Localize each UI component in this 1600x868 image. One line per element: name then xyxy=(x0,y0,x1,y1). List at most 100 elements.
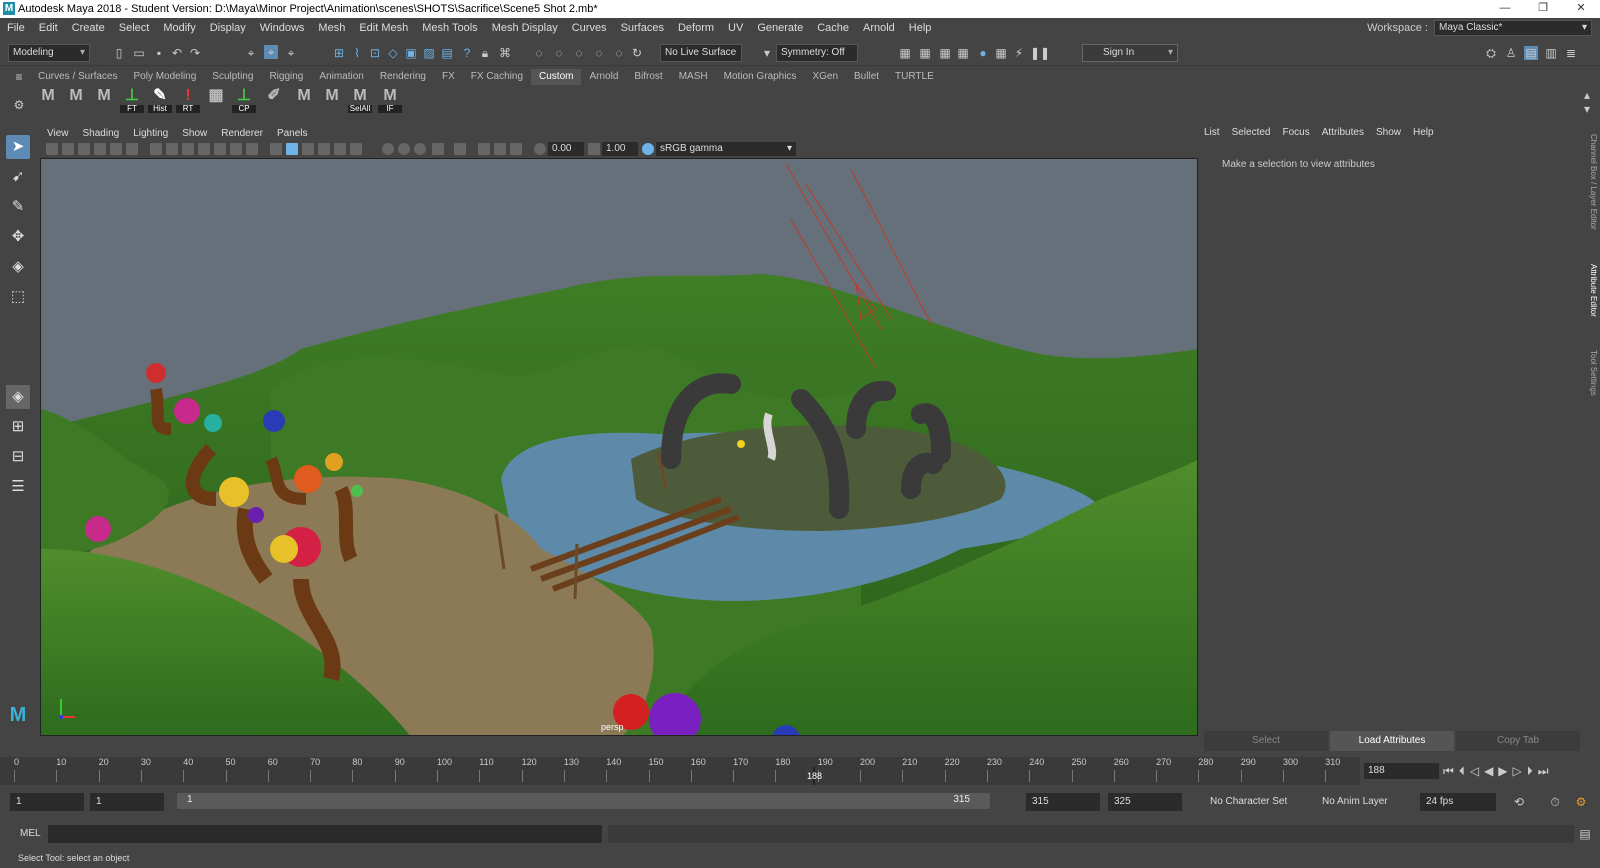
shadows-icon[interactable] xyxy=(350,143,362,155)
panel-menu-lighting[interactable]: Lighting xyxy=(126,126,175,141)
shelf-button-freeze-transforms[interactable]: ⊥ FT xyxy=(120,87,144,113)
lasso-component-icon[interactable]: ◌ xyxy=(592,46,606,60)
step-forward-frame-icon[interactable]: ▷ xyxy=(1513,763,1522,779)
two-d-pan-icon[interactable] xyxy=(110,143,122,155)
anti-aliasing-icon[interactable] xyxy=(414,143,426,155)
gamma-icon[interactable] xyxy=(588,143,600,155)
field-chart-icon[interactable] xyxy=(214,143,226,155)
single-perspective-layout-icon[interactable]: ◈ xyxy=(6,385,30,409)
current-frame-field[interactable]: 188 xyxy=(1364,763,1439,779)
camera-attributes-icon[interactable] xyxy=(62,143,74,155)
shelf-tab-fx-caching[interactable]: FX Caching xyxy=(463,69,531,85)
motion-blur-icon[interactable] xyxy=(398,143,410,155)
scene-end-field[interactable]: 325 xyxy=(1108,793,1182,811)
shelf-scroll-down-icon[interactable]: ▾ xyxy=(1580,102,1594,116)
wireframe-on-shaded-icon[interactable] xyxy=(302,143,314,155)
ae-load-attributes-button[interactable]: Load Attributes xyxy=(1330,731,1454,751)
snap-plane-icon[interactable]: ▣ xyxy=(404,46,418,60)
render-settings-icon[interactable]: ▦ xyxy=(956,46,970,60)
step-back-key-icon[interactable]: ⏴ xyxy=(1459,763,1465,779)
close-button[interactable]: ✕ xyxy=(1562,0,1600,18)
select-tool-icon[interactable]: ➤ xyxy=(6,135,30,159)
hypershade-icon[interactable]: ● xyxy=(976,46,990,60)
maya-home-icon[interactable]: M xyxy=(6,703,30,727)
xray-icon[interactable] xyxy=(478,143,490,155)
menu-modify[interactable]: Modify xyxy=(156,22,202,34)
menu-edit-mesh[interactable]: Edit Mesh xyxy=(352,22,415,34)
undo-icon[interactable]: ↶ xyxy=(170,46,184,60)
panel-menu-renderer[interactable]: Renderer xyxy=(214,126,270,141)
use-all-lights-icon[interactable] xyxy=(334,143,346,155)
ae-menu-help[interactable]: Help xyxy=(1407,126,1440,140)
tab-channel-box[interactable]: Channel Box / Layer Editor xyxy=(1589,134,1598,230)
channel-box-toggle-icon[interactable]: ≣ xyxy=(1564,46,1578,60)
shelf-tab-animation[interactable]: Animation xyxy=(311,69,371,85)
menu-display[interactable]: Display xyxy=(203,22,253,34)
snap-question-icon[interactable]: ? xyxy=(460,46,474,60)
menu-windows[interactable]: Windows xyxy=(253,22,312,34)
save-scene-icon[interactable]: ▪ xyxy=(152,46,166,60)
minimize-button[interactable]: — xyxy=(1486,0,1524,18)
menu-surfaces[interactable]: Surfaces xyxy=(614,22,671,34)
menu-file[interactable]: File xyxy=(0,22,32,34)
animation-preferences-icon[interactable]: ⚙ xyxy=(1574,795,1588,809)
menu-select[interactable]: Select xyxy=(112,22,157,34)
shelf-tab-custom[interactable]: Custom xyxy=(531,69,582,85)
shelf-tab-poly-modeling[interactable]: Poly Modeling xyxy=(125,69,204,85)
menuset-dropdown[interactable]: Modeling ▾ xyxy=(8,44,90,62)
menu-create[interactable]: Create xyxy=(65,22,112,34)
shelf-button-select-all[interactable]: M SelAll xyxy=(348,87,372,113)
scene-start-field[interactable]: 1 xyxy=(10,793,84,811)
arnold-render-icon[interactable]: ⚡︎ xyxy=(1012,46,1026,60)
shelf-button-if[interactable]: M IF xyxy=(378,87,402,113)
sign-in-button[interactable]: Sign In ▾ xyxy=(1082,44,1178,62)
xray-joints-icon[interactable] xyxy=(510,143,522,155)
tool-settings-toggle-icon[interactable]: ▥ xyxy=(1544,46,1558,60)
symmetry-dropdown-icon[interactable]: ▾ xyxy=(760,46,774,60)
shelf-tab-motion-graphics[interactable]: Motion Graphics xyxy=(716,69,805,85)
shelf-tab-fx[interactable]: FX xyxy=(434,69,463,85)
loop-icon[interactable]: ⟲ xyxy=(1512,795,1526,809)
menu-curves[interactable]: Curves xyxy=(565,22,614,34)
panel-menu-shading[interactable]: Shading xyxy=(76,126,127,141)
isolate-select-icon[interactable] xyxy=(454,143,466,155)
lasso-alt-icon[interactable]: ◌ xyxy=(552,46,566,60)
history-icon[interactable]: ⌘ xyxy=(498,46,512,60)
scale-tool-icon[interactable]: ⬚ xyxy=(6,285,30,309)
safe-title-icon[interactable] xyxy=(246,143,258,155)
tab-attribute-editor[interactable]: Attribute Editor xyxy=(1589,264,1598,317)
shelf-tab-sculpting[interactable]: Sculpting xyxy=(204,69,261,85)
shelf-button-reset-transforms[interactable]: ! RT xyxy=(176,87,200,113)
smooth-shade-icon[interactable] xyxy=(286,143,298,155)
color-management-icon[interactable] xyxy=(642,143,654,155)
pause-icon[interactable]: ❚❚ xyxy=(1030,46,1050,60)
viewport-persp[interactable]: persp xyxy=(40,158,1198,736)
shelf-tab-rendering[interactable]: Rendering xyxy=(372,69,434,85)
image-plane-icon[interactable] xyxy=(94,143,106,155)
menu-deform[interactable]: Deform xyxy=(671,22,721,34)
shelf-button-center-pivot[interactable]: ⊥ CP xyxy=(232,87,256,113)
select-hierarchy-icon[interactable]: ⌖ xyxy=(244,46,258,60)
outliner-layout-icon[interactable]: ☰ xyxy=(6,475,30,499)
range-slider[interactable]: 1 315 xyxy=(177,793,990,809)
shelf-button-mel-5[interactable]: M xyxy=(320,87,344,113)
render-view-icon[interactable]: ▦ xyxy=(898,46,912,60)
shelf-button-pencil[interactable]: ✐ xyxy=(262,87,286,113)
paint-select-tool-icon[interactable]: ✎ xyxy=(6,195,30,219)
shelf-button-mel-1[interactable]: M xyxy=(36,87,60,113)
render-current-icon[interactable]: ▦ xyxy=(918,46,932,60)
snap-curve-icon[interactable]: ⌇ xyxy=(350,46,364,60)
shelf-button-uv-grid[interactable]: ▦ xyxy=(204,87,228,113)
symmetry-field[interactable]: Symmetry: Off xyxy=(776,44,858,62)
shelf-tab-arnold[interactable]: Arnold xyxy=(581,69,626,85)
move-tool-icon[interactable]: ✥ xyxy=(6,225,30,249)
depth-of-field-icon[interactable] xyxy=(432,143,444,155)
shelf-tab-curves-surfaces[interactable]: Curves / Surfaces xyxy=(30,69,125,85)
lasso-paint-icon[interactable]: ◌ xyxy=(572,46,586,60)
new-scene-icon[interactable]: ▯ xyxy=(112,46,126,60)
human-ik-icon[interactable]: ♙ xyxy=(1504,46,1518,60)
four-view-layout-icon[interactable]: ⊞ xyxy=(6,415,30,439)
shelf-tab-bullet[interactable]: Bullet xyxy=(846,69,887,85)
menu-mesh-display[interactable]: Mesh Display xyxy=(485,22,565,34)
textured-icon[interactable] xyxy=(318,143,330,155)
